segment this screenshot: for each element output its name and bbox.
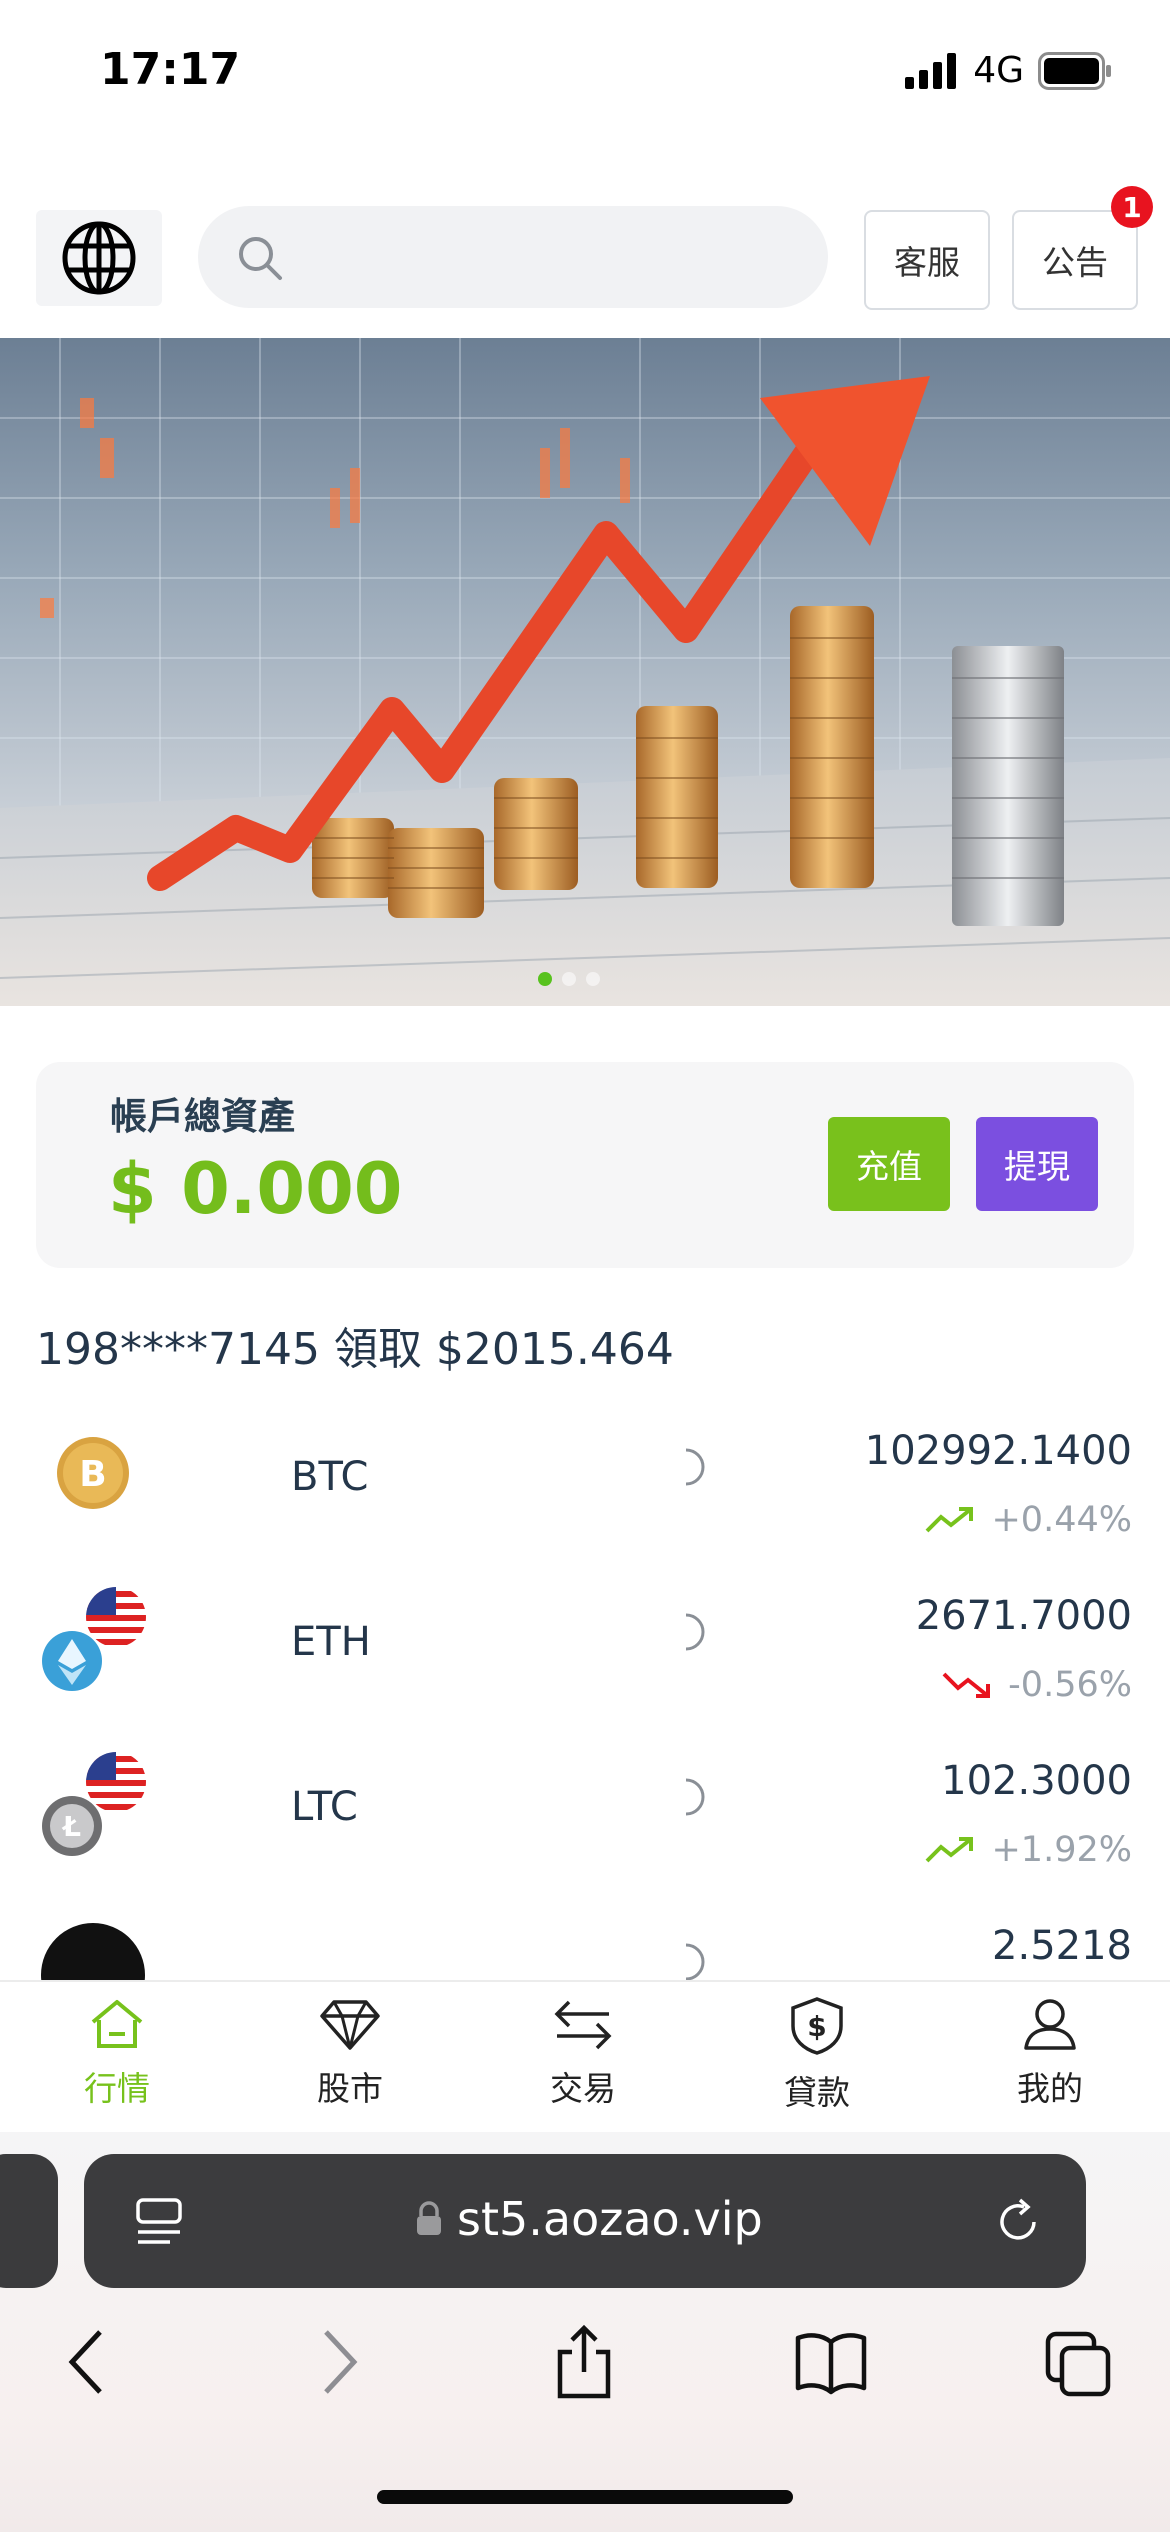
svg-text:Ł: Ł [61,1810,81,1843]
market-row-eth[interactable]: ETH 2671.7000 -0.56% [0,1565,1170,1730]
market-price: 102.3000 [941,1758,1132,1804]
assets-value: $ 0.000 [108,1148,403,1230]
notice-button[interactable]: 公告 [1012,210,1138,310]
market-symbol: BTC [291,1454,369,1500]
deposit-button[interactable]: 充值 [828,1117,950,1211]
tab-market[interactable]: 行情 [37,1996,197,2110]
tab-stocks[interactable]: 股市 [270,1996,430,2110]
back-icon[interactable] [62,2322,112,2402]
address-text[interactable]: st5.aozao.vip [415,2192,763,2246]
eth-usd-icon [42,1587,146,1691]
market-price: 102992.1400 [864,1428,1132,1474]
bitcoin-icon: B [57,1437,129,1509]
reload-icon[interactable] [994,2196,1044,2250]
market-change: -0.56% [942,1665,1132,1705]
home-icon [91,2000,143,2048]
claim-ticker: 198****7145 領取 $2015.464 [36,1324,674,1375]
url-label: st5.aozao.vip [457,2192,763,2246]
banner-pagination [538,972,600,986]
market-symbol: LTC [291,1784,358,1830]
market-row-ltc[interactable]: Ł LTC 102.3000 +1.92% [0,1730,1170,1895]
trend-up-icon [926,1837,974,1863]
market-change: +0.44% [925,1500,1132,1540]
search-input[interactable] [198,206,828,308]
market-row-btc[interactable]: B BTC 102992.1400 +0.44% [0,1400,1170,1565]
market-change-value: +1.92% [991,1830,1132,1870]
pagination-dot[interactable] [562,972,576,986]
market-change-value: +0.44% [991,1500,1132,1540]
globe-icon [62,221,136,295]
signal-icon [905,52,957,89]
banner-image [0,338,1170,1006]
tab-label: 我的 [1017,2069,1083,2108]
previous-tab-preview[interactable] [0,2154,58,2288]
market-symbol: ETH [291,1619,371,1665]
market-row-partial[interactable]: 2.5218 [0,1895,1170,1980]
market-price: 2.5218 [992,1923,1132,1969]
tab-label: 行情 [84,2069,150,2108]
market-change-value: -0.56% [1008,1665,1132,1705]
pagination-dot[interactable] [538,972,552,986]
ltc-usd-icon: Ł [42,1752,146,1856]
status-indicators: 4G [905,50,1114,91]
customer-service-button[interactable]: 客服 [864,210,990,310]
tab-profile[interactable]: 我的 [970,1996,1130,2110]
notice-badge: 1 [1111,186,1153,228]
promo-banner[interactable] [0,338,1170,1006]
loading-spinner-icon [685,1448,705,1486]
tab-label: 貸款 [784,2073,850,2112]
swap-icon [554,2000,612,2050]
svg-text:B: B [79,1454,106,1495]
market-list: B BTC 102992.1400 +0.44% ETH 2671.7000 -… [0,1400,1170,1980]
forward-icon[interactable] [314,2322,364,2402]
trend-up-icon [926,1507,974,1533]
home-indicator [377,2490,793,2504]
market-change: +1.92% [925,1830,1132,1870]
tab-label: 股市 [317,2069,383,2108]
tab-trade[interactable]: 交易 [503,1996,663,2110]
trend-down-icon [942,1672,991,1698]
assets-label: 帳戶總資產 [110,1095,295,1138]
battery-icon [1038,51,1111,90]
loading-spinner-icon [685,1613,705,1651]
loading-spinner-icon [685,1943,705,1980]
bookmarks-icon[interactable] [794,2322,868,2402]
tab-loan[interactable]: $ 貸款 [737,1996,897,2114]
share-icon[interactable] [552,2322,616,2402]
network-label: 4G [973,50,1024,91]
search-icon [239,237,282,280]
loading-spinner-icon [685,1778,705,1816]
reader-icon[interactable] [134,2196,184,2250]
svg-text:$: $ [807,2010,826,2043]
lock-icon [417,2201,441,2235]
coin-icon [41,1923,145,1980]
tab-label: 交易 [550,2069,616,2108]
shield-dollar-icon: $ [791,1997,843,2055]
withdraw-button[interactable]: 提現 [976,1117,1098,1211]
tabs-icon[interactable] [1044,2322,1114,2402]
status-time: 17:17 [100,44,241,95]
diamond-icon [320,2000,380,2050]
bottom-tab-bar: 行情 股市 交易 $ 貸款 我的 [0,1980,1170,2134]
market-price: 2671.7000 [915,1593,1132,1639]
pagination-dot[interactable] [586,972,600,986]
user-icon [1024,1999,1076,2050]
language-button[interactable] [36,210,162,306]
